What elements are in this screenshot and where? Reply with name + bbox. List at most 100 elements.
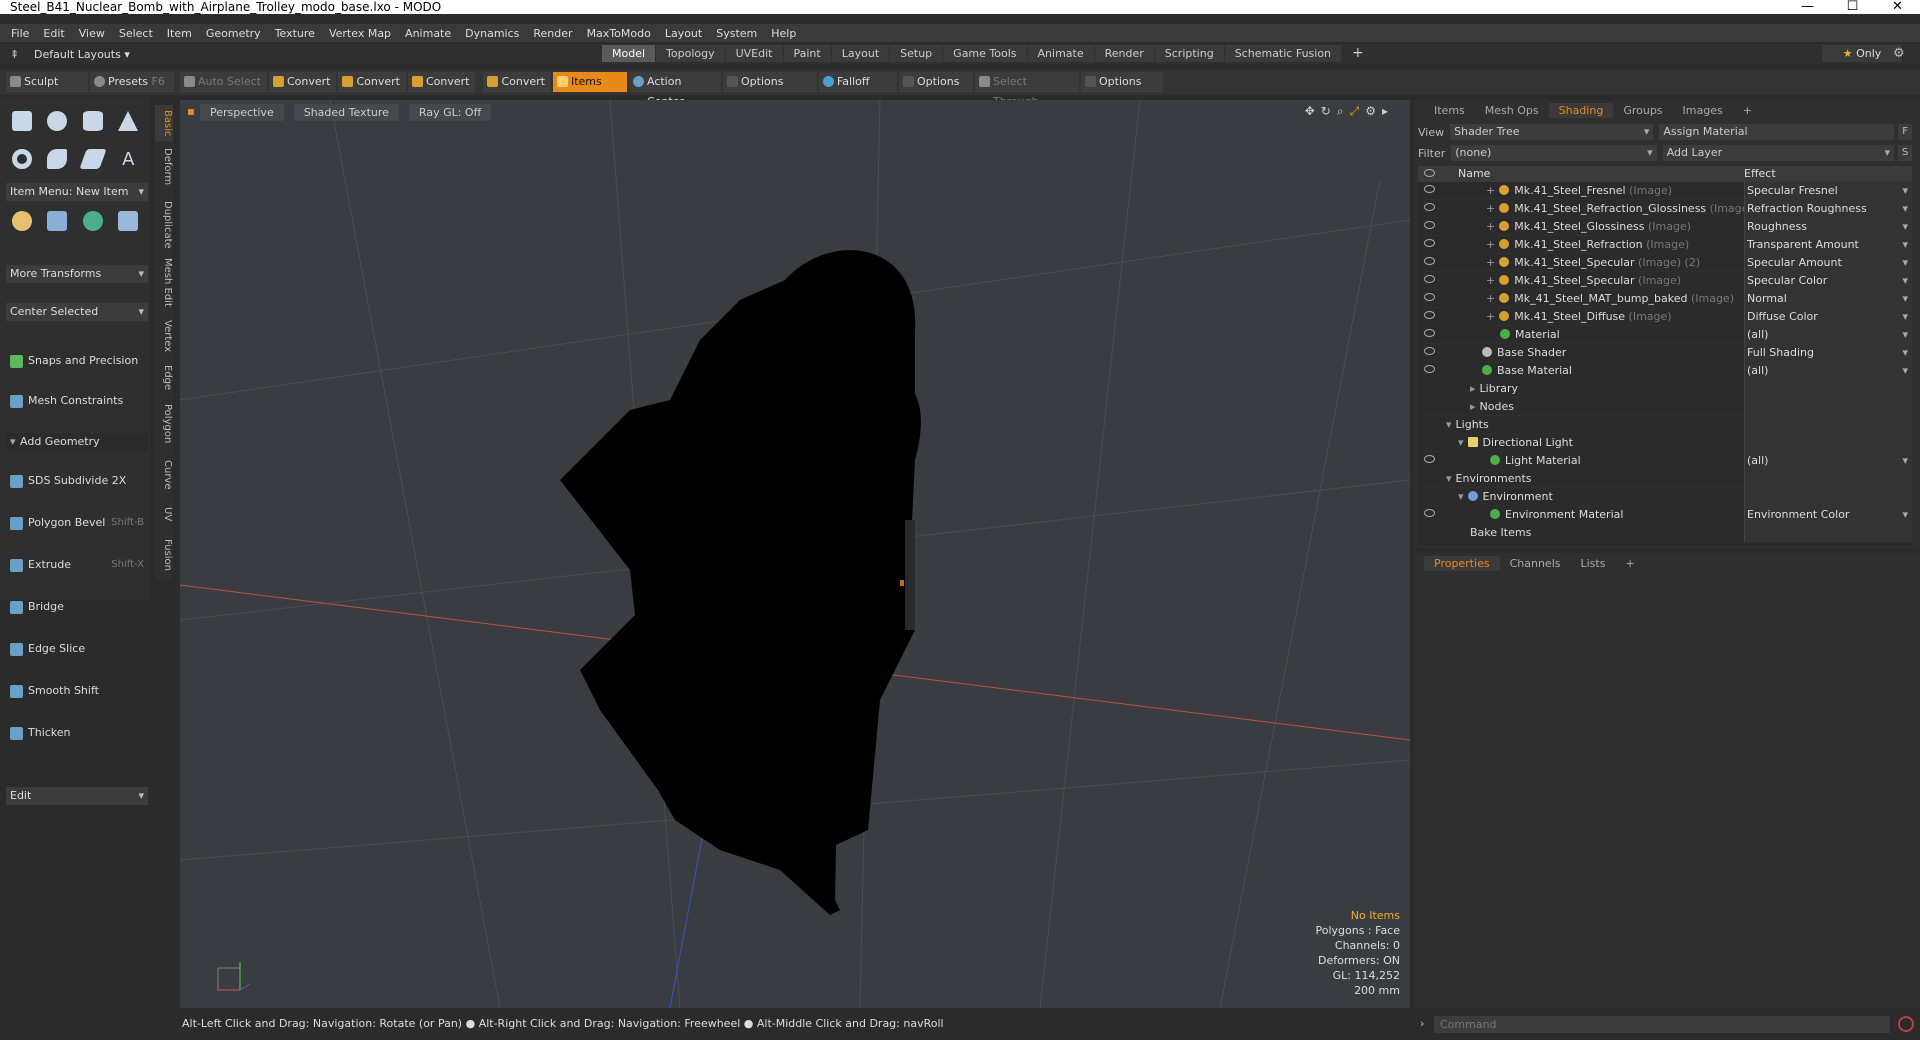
tab-paint[interactable]: Paint xyxy=(783,45,831,62)
shading-mode-button[interactable]: Shaded Texture xyxy=(293,103,399,121)
menu-vertex-map[interactable]: Vertex Map xyxy=(322,27,398,40)
collapse-arrow-icon[interactable]: ▾ xyxy=(1458,490,1464,503)
gear-icon[interactable]: ⚙ xyxy=(1893,46,1905,61)
tab-groups[interactable]: Groups xyxy=(1613,103,1672,118)
tab-layout[interactable]: Layout xyxy=(831,45,890,62)
tab-schematic-fusion[interactable]: Schematic Fusion xyxy=(1224,45,1342,62)
effect-dropdown[interactable]: Refraction Roughness xyxy=(1744,200,1912,218)
effect-dropdown[interactable]: Full Shading xyxy=(1744,344,1912,362)
tree-row[interactable]: + Mk_41_Steel_MAT_bump_baked (Image) Norma… xyxy=(1418,290,1912,308)
close-button[interactable]: ✕ xyxy=(1875,0,1920,14)
tab-topology[interactable]: Topology xyxy=(656,45,725,62)
tab-uvedit[interactable]: UVEdit xyxy=(725,45,783,62)
falloff-options-button[interactable]: Options xyxy=(898,72,973,92)
add-geometry-section[interactable]: Add Geometry xyxy=(6,433,148,451)
globe-icon[interactable] xyxy=(77,205,109,237)
tab-images[interactable]: Images xyxy=(1673,103,1733,118)
tree-row[interactable]: + Mk.41_Steel_Diffuse (Image) Diffuse Colo… xyxy=(1418,308,1912,326)
layout-arrow-icon[interactable]: ⇞ xyxy=(10,48,19,61)
zoom-icon[interactable]: ⌕ xyxy=(1337,104,1350,118)
tree-row[interactable]: + Mk.41_Steel_Refraction (Image) Transpare… xyxy=(1418,236,1912,254)
sphere-icon[interactable] xyxy=(42,105,74,137)
filter-dropdown[interactable]: (none) xyxy=(1451,145,1657,161)
tree-row[interactable]: Light Material (all) xyxy=(1418,452,1912,470)
menu-select[interactable]: Select xyxy=(112,27,160,40)
tab-lists[interactable]: Lists xyxy=(1571,556,1616,571)
tree-row[interactable]: + Mk.41_Steel_Specular (Image) Specular Co… xyxy=(1418,272,1912,290)
eye-icon[interactable] xyxy=(1424,275,1435,283)
tree-row[interactable]: ▾ Directional Light xyxy=(1418,434,1912,452)
vtab-deform[interactable]: Deform xyxy=(155,145,173,189)
thicken-tool[interactable]: Thicken xyxy=(6,723,148,743)
effect-dropdown[interactable]: (all) xyxy=(1744,362,1912,380)
effect-dropdown[interactable]: (all) xyxy=(1744,326,1912,344)
tree-row[interactable]: + Mk.41_Steel_Refraction_Glossiness (Imag… xyxy=(1418,200,1912,218)
effect-dropdown[interactable]: Diffuse Color xyxy=(1744,308,1912,326)
menu-texture[interactable]: Texture xyxy=(268,27,322,40)
eye-icon[interactable] xyxy=(1424,347,1435,355)
tree-row[interactable]: + Mk.41_Steel_Specular (Image) (2) Specula… xyxy=(1418,254,1912,272)
menu-view[interactable]: View xyxy=(72,27,112,40)
tree-row[interactable]: Base Shader Full Shading xyxy=(1418,344,1912,362)
vtab-duplicate[interactable]: Duplicate xyxy=(155,199,173,251)
tab-properties[interactable]: Properties xyxy=(1424,555,1500,571)
collapse-arrow-icon[interactable]: ▾ xyxy=(1446,472,1452,485)
more-transforms-dropdown[interactable]: More Transforms xyxy=(6,265,148,283)
auto-select-button[interactable]: Auto Select xyxy=(180,72,267,92)
cone-icon[interactable] xyxy=(113,105,145,137)
text-icon[interactable]: A xyxy=(113,143,145,175)
eye-icon[interactable] xyxy=(1424,311,1435,319)
expand-arrow-icon[interactable]: ▸ xyxy=(1470,400,1476,413)
viewport-menu-dot[interactable] xyxy=(188,109,194,115)
effect-dropdown[interactable]: Environment Color xyxy=(1744,506,1912,524)
vtab-polygon[interactable]: Polygon xyxy=(155,401,173,447)
vtab-vertex[interactable]: Vertex xyxy=(155,317,173,355)
menu-edit[interactable]: Edit xyxy=(36,27,71,40)
assign-material-button[interactable]: F xyxy=(1898,124,1912,140)
effect-dropdown[interactable]: Normal xyxy=(1744,290,1912,308)
default-layouts-dropdown[interactable]: Default Layouts ▾ xyxy=(34,48,130,61)
tab-channels[interactable]: Channels xyxy=(1500,556,1571,571)
edit-dropdown[interactable]: Edit xyxy=(6,787,148,805)
item-menu-dropdown[interactable]: Item Menu: New Item xyxy=(6,183,148,201)
convert-vertices-button[interactable]: Convert xyxy=(268,72,337,92)
tree-row[interactable]: Base Material (all) xyxy=(1418,362,1912,380)
tab-game-tools[interactable]: Game Tools xyxy=(943,45,1027,62)
tab-model[interactable]: Model xyxy=(602,45,656,62)
settings-icon[interactable]: ⚙ xyxy=(1365,104,1382,118)
eye-icon[interactable] xyxy=(1424,293,1435,301)
effect-dropdown[interactable]: Transparent Amount xyxy=(1744,236,1912,254)
collapse-arrow-icon[interactable]: ▾ xyxy=(1458,436,1464,449)
add-tab-button[interactable]: + xyxy=(1342,45,1374,62)
tab-setup[interactable]: Setup xyxy=(890,45,943,62)
vtab-edge[interactable]: Edge xyxy=(155,363,173,393)
menu-maxtomodo[interactable]: MaxToModo xyxy=(580,27,658,40)
3d-viewport[interactable]: Perspective Shaded Texture Ray GL: Off ✥… xyxy=(180,100,1410,1008)
convert-polygons-button[interactable]: Convert xyxy=(407,72,476,92)
mesh-item-icon[interactable] xyxy=(42,205,74,237)
add-panel-tab-button[interactable]: + xyxy=(1733,103,1762,118)
locator-icon[interactable] xyxy=(6,205,38,237)
select-options-button[interactable]: Options xyxy=(1080,72,1163,92)
convert-edges-button[interactable]: Convert xyxy=(338,72,406,92)
tree-row[interactable]: + Mk.41_Steel_Fresnel (Image) Specular Fre… xyxy=(1418,182,1912,200)
eye-icon[interactable] xyxy=(1424,239,1435,247)
add-properties-tab-button[interactable]: + xyxy=(1615,556,1644,571)
tree-row[interactable]: ▾ Lights xyxy=(1418,416,1912,434)
move-icon[interactable]: ✥ xyxy=(1305,104,1321,118)
add-layer-dropdown[interactable]: Add Layer xyxy=(1662,145,1895,161)
menu-help[interactable]: Help xyxy=(764,27,803,40)
only-toggle[interactable]: ★ Only xyxy=(1822,45,1902,62)
fit-icon[interactable]: ⤢ xyxy=(1350,104,1366,118)
effect-dropdown[interactable]: Specular Amount xyxy=(1744,254,1912,272)
tree-row[interactable]: Bake Items xyxy=(1418,524,1912,542)
eye-icon[interactable] xyxy=(1424,329,1435,337)
effect-dropdown[interactable]: (all) xyxy=(1744,452,1912,470)
action-center-options-button[interactable]: Options xyxy=(722,72,817,92)
snaps-precision-button[interactable]: Snaps and Precision xyxy=(6,351,148,371)
tab-animate[interactable]: Animate xyxy=(1027,45,1094,62)
extrude-tool[interactable]: Extrude Shift-X xyxy=(6,555,148,575)
mesh-constraints-button[interactable]: Mesh Constraints xyxy=(6,391,148,411)
tree-row[interactable]: ▾ Environment xyxy=(1418,488,1912,506)
menu-animate[interactable]: Animate xyxy=(398,27,458,40)
